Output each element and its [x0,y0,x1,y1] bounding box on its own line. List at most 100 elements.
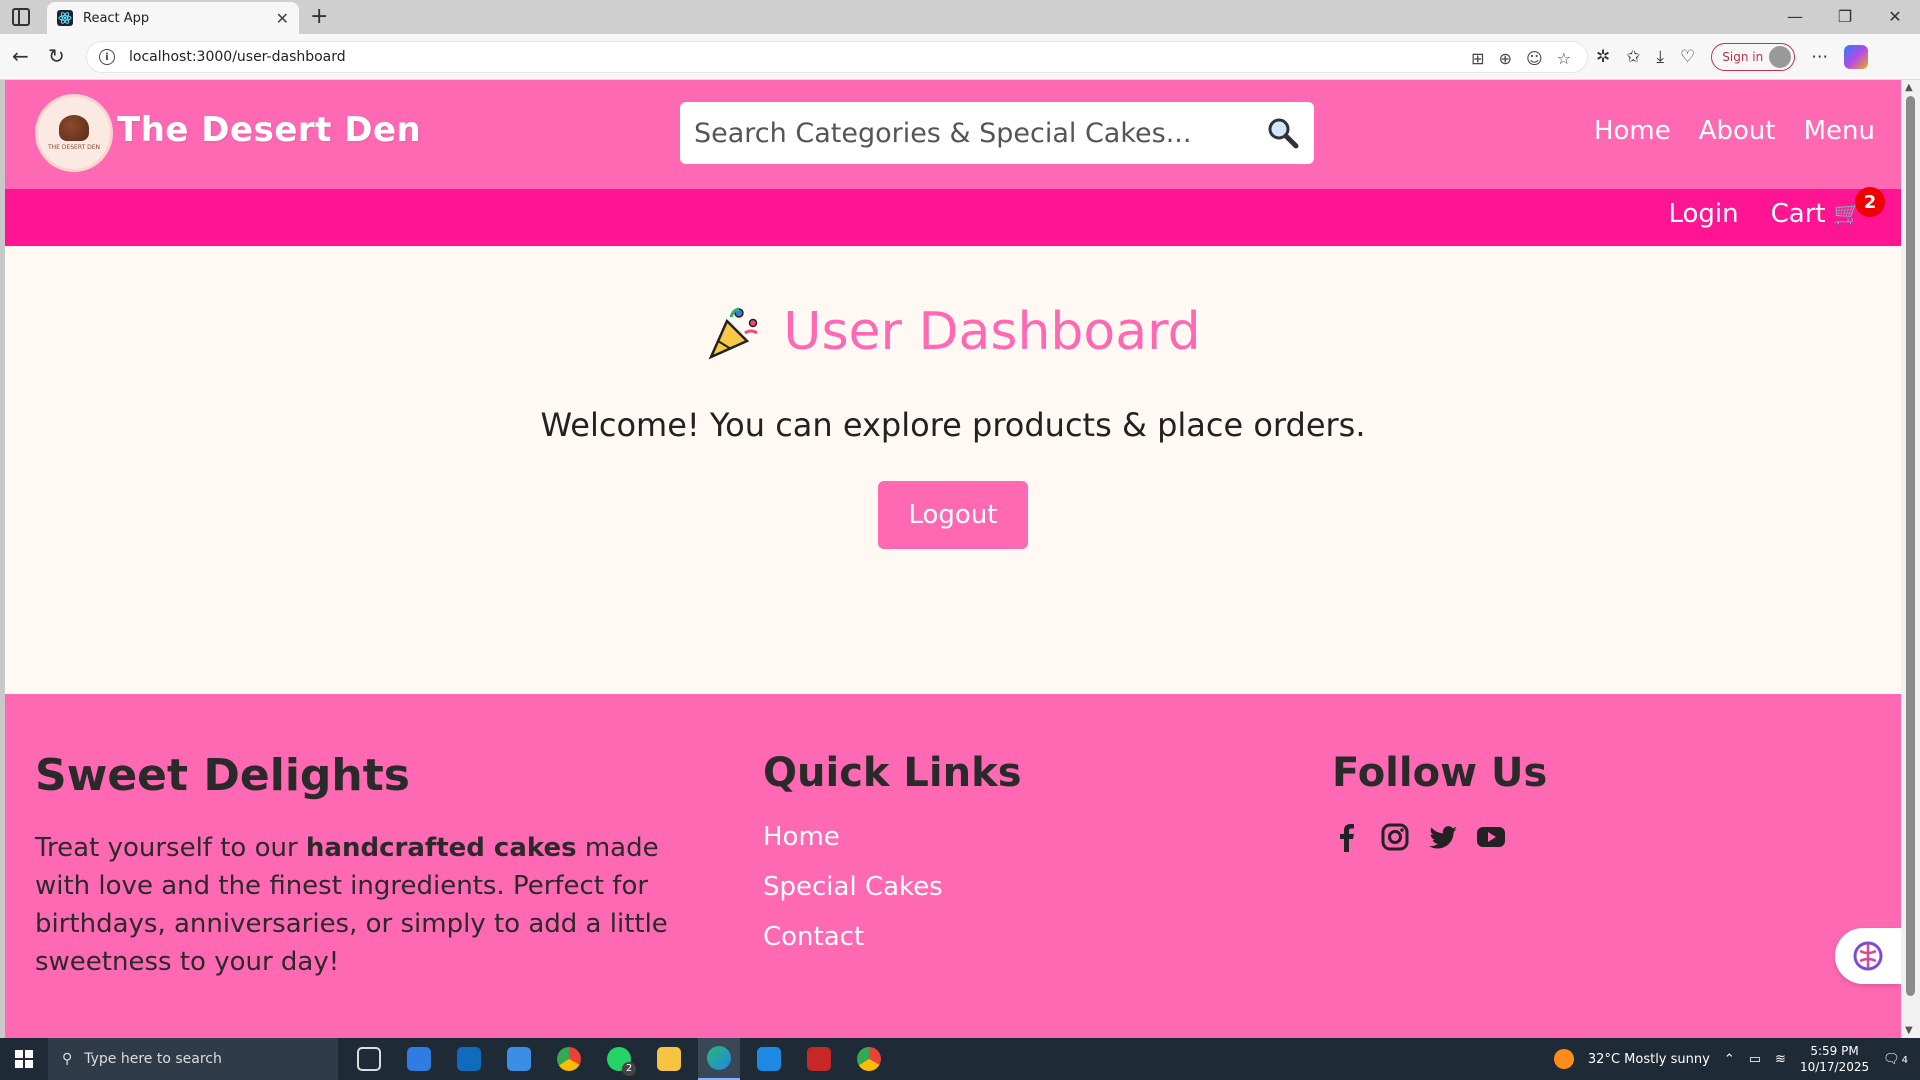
browser-toolbar: ← ↻ i localhost:3000/user-dashboard ⊞ ⊕ … [0,34,1920,80]
nav-menu[interactable]: Menu [1804,116,1875,146]
vscode-icon[interactable] [748,1038,790,1080]
footer-about: Sweet Delights Treat yourself to our han… [35,750,695,981]
battery-icon[interactable]: ▭ [1749,1052,1761,1067]
login-link[interactable]: Login [1668,199,1738,229]
favorites-icon[interactable]: ✩ [1626,47,1640,67]
footer-about-text: Treat yourself to our handcrafted cakes … [35,829,695,981]
taskbar-apps: 2 [348,1038,890,1080]
whatsapp-icon[interactable]: 2 [598,1038,640,1080]
site-footer: Sweet Delights Treat yourself to our han… [5,694,1901,1038]
page-scrollbar[interactable]: ▲ ▼ [1901,80,1920,1038]
site-header: THE DESERT DEN The Desert Den Home About… [5,80,1901,189]
clock[interactable]: 5:59 PM 10/17/2025 [1800,1043,1869,1075]
taskbar-search[interactable]: ⚲ Type here to search [48,1038,338,1080]
youtube-icon[interactable] [1476,822,1506,852]
window-controls: — ❐ ✕ [1770,0,1920,34]
facebook-icon[interactable] [1332,822,1362,852]
browser-tab[interactable]: React App ✕ [47,2,299,34]
top-nav: Home About Menu [1594,116,1875,146]
instagram-icon[interactable] [1380,822,1410,852]
cake-logo-icon [59,115,89,141]
browser-right-tools: ✲ ✩ ⤓ ♡ Sign in ⋯ [1596,42,1869,72]
store-icon[interactable] [398,1038,440,1080]
windows-taskbar: ⚲ Type here to search 2 32°C Mostly sunn… [0,1038,1920,1080]
task-view-icon[interactable] [348,1038,390,1080]
taskbar-search-placeholder: Type here to search [84,1051,222,1067]
cart-label: Cart [1770,199,1826,229]
clock-date: 10/17/2025 [1799,1060,1870,1074]
wifi-icon[interactable]: ≋ [1775,1052,1786,1067]
sign-in-button[interactable]: Sign in [1711,43,1796,71]
downloads-icon[interactable]: ⤓ [1657,47,1665,67]
search-input[interactable] [694,117,1266,149]
page-title-text: User Dashboard [783,302,1201,362]
scroll-thumb[interactable] [1906,96,1915,996]
cart-link[interactable]: Cart 🛒 2 [1770,187,1885,229]
app-available-icon[interactable]: ⊞ [1471,49,1484,68]
scroll-up-icon[interactable]: ▲ [1905,82,1913,93]
start-button[interactable] [0,1038,48,1080]
paint-icon[interactable] [498,1038,540,1080]
party-popper-icon [708,307,759,360]
follow-us-heading: Follow Us [1332,750,1548,796]
notification-icon[interactable]: 🗨 4 [1883,1052,1908,1067]
close-window-icon[interactable]: ✕ [1870,0,1920,34]
whatsapp-badge: 2 [622,1062,636,1076]
edge-icon[interactable] [698,1038,740,1080]
terminal-app-icon[interactable] [798,1038,840,1080]
page-viewport: THE DESERT DEN The Desert Den Home About… [5,80,1901,1038]
avatar [1769,46,1792,68]
new-tab-icon[interactable]: + [310,4,328,29]
footer-about-heading: Sweet Delights [35,750,410,801]
weather-text[interactable]: 32°C Mostly sunny [1588,1052,1710,1067]
restore-icon[interactable]: ❐ [1820,0,1870,34]
tab-title: React App [83,10,150,26]
search-icon: ⚲ [62,1051,73,1067]
browser-essentials-icon[interactable]: ♡ [1680,47,1695,67]
more-options-icon[interactable]: ⋯ [1811,47,1828,67]
zoom-icon[interactable]: ⊕ [1499,49,1512,68]
reading-icon[interactable]: ☺ [1526,49,1543,68]
address-bar-tools: ⊞ ⊕ ☺ ☆ [1471,42,1571,74]
logo-text: THE DESERT DEN [47,144,101,151]
back-icon[interactable]: ← [12,44,29,68]
minimize-icon[interactable]: — [1770,0,1820,34]
twitter-icon[interactable] [1428,822,1458,852]
site-info-icon[interactable]: i [99,49,115,65]
search-bar [680,102,1314,164]
sidebar-toggle-icon[interactable] [12,8,30,26]
extensions-icon[interactable]: ✲ [1596,47,1610,67]
logout-button[interactable]: Logout [878,481,1028,549]
scroll-down-icon[interactable]: ▼ [1905,1025,1913,1036]
nav-home[interactable]: Home [1594,116,1671,146]
file-explorer-icon[interactable] [648,1038,690,1080]
nav-about[interactable]: About [1699,116,1776,146]
copilot-icon[interactable] [1844,45,1869,69]
page-title: User Dashboard [5,302,1901,362]
welcome-message: Welcome! You can explore products & plac… [540,406,1366,444]
url-text: localhost:3000/user-dashboard [129,49,346,65]
clock-time: 5:59 PM [1810,1044,1859,1058]
footer-link-home[interactable]: Home [763,822,1022,852]
footer-social: Follow Us [1332,750,1547,852]
tray-overflow-icon[interactable]: ⌃ [1724,1052,1735,1067]
logo[interactable]: THE DESERT DEN [35,94,113,172]
search-icon[interactable] [1266,116,1300,150]
address-bar[interactable]: i localhost:3000/user-dashboard ⊞ ⊕ ☺ ☆ [86,41,1588,73]
brand-name[interactable]: The Desert Den [117,110,421,150]
reload-icon[interactable]: ↻ [48,44,65,68]
footer-link-special-cakes[interactable]: Special Cakes [763,872,1022,902]
favorite-star-icon[interactable]: ☆ [1557,49,1571,68]
outlook-icon[interactable] [448,1038,490,1080]
sub-header: Login Cart 🛒 2 [5,187,1901,246]
footer-link-contact[interactable]: Contact [763,922,1022,952]
react-icon [57,10,73,26]
chrome-canary-icon[interactable] [848,1038,890,1080]
cart-count-badge: 2 [1855,187,1885,217]
notification-count: 4 [1901,1054,1908,1066]
assistant-fab[interactable] [1835,928,1901,984]
account-nav: Login Cart 🛒 2 [1668,187,1885,229]
screen: React App ✕ + — ❐ ✕ ← ↻ i localhost:3000… [0,0,1920,1080]
close-tab-icon[interactable]: ✕ [276,9,289,28]
chrome-icon[interactable] [548,1038,590,1080]
